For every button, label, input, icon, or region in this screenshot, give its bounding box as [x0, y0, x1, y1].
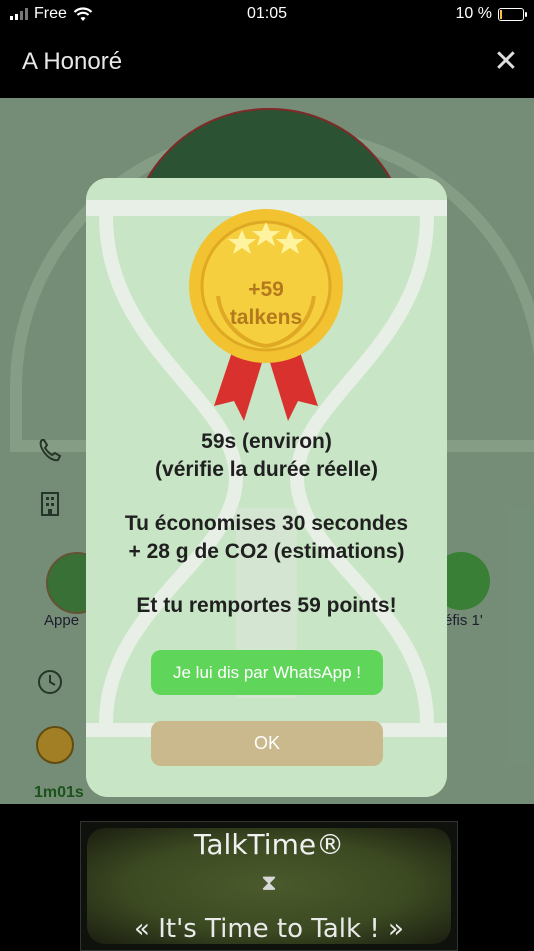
hourglass-icon: ⧗: [261, 870, 277, 895]
app-header: A Honoré ✕: [0, 30, 534, 98]
points-text: Et tu remportes 59 points!: [136, 594, 397, 617]
banner-slogan: « It's Time to Talk ! »: [134, 914, 404, 944]
status-bar: Free 01:05 10 %: [0, 0, 534, 30]
battery-percent: 10 %: [455, 5, 492, 22]
duration-note: (vérifie la durée réelle): [155, 458, 378, 481]
reward-modal: +59 talkens 59s (environ) (vérifie la du…: [86, 178, 447, 797]
co2-text: + 28 g de CO2 (estimations): [128, 540, 405, 563]
status-right: 10 %: [455, 5, 527, 23]
contact-name: A Honoré: [22, 48, 123, 75]
battery-icon: [498, 7, 527, 21]
close-icon[interactable]: ✕: [492, 47, 520, 77]
medal-icon: +59 talkens: [189, 209, 343, 421]
whatsapp-share-button[interactable]: Je lui dis par WhatsApp !: [151, 650, 383, 695]
medal-amount: +59: [248, 278, 284, 301]
banner-title: TalkTime®: [193, 828, 345, 861]
status-time: 01:05: [246, 5, 288, 22]
ok-button[interactable]: OK: [151, 721, 383, 766]
medal-unit: talkens: [230, 306, 302, 329]
savings-text: Tu économises 30 secondes: [124, 512, 409, 535]
talktime-banner[interactable]: TalkTime® ⧗ « It's Time to Talk ! »: [80, 821, 458, 951]
duration-text: 59s (environ): [201, 430, 332, 453]
